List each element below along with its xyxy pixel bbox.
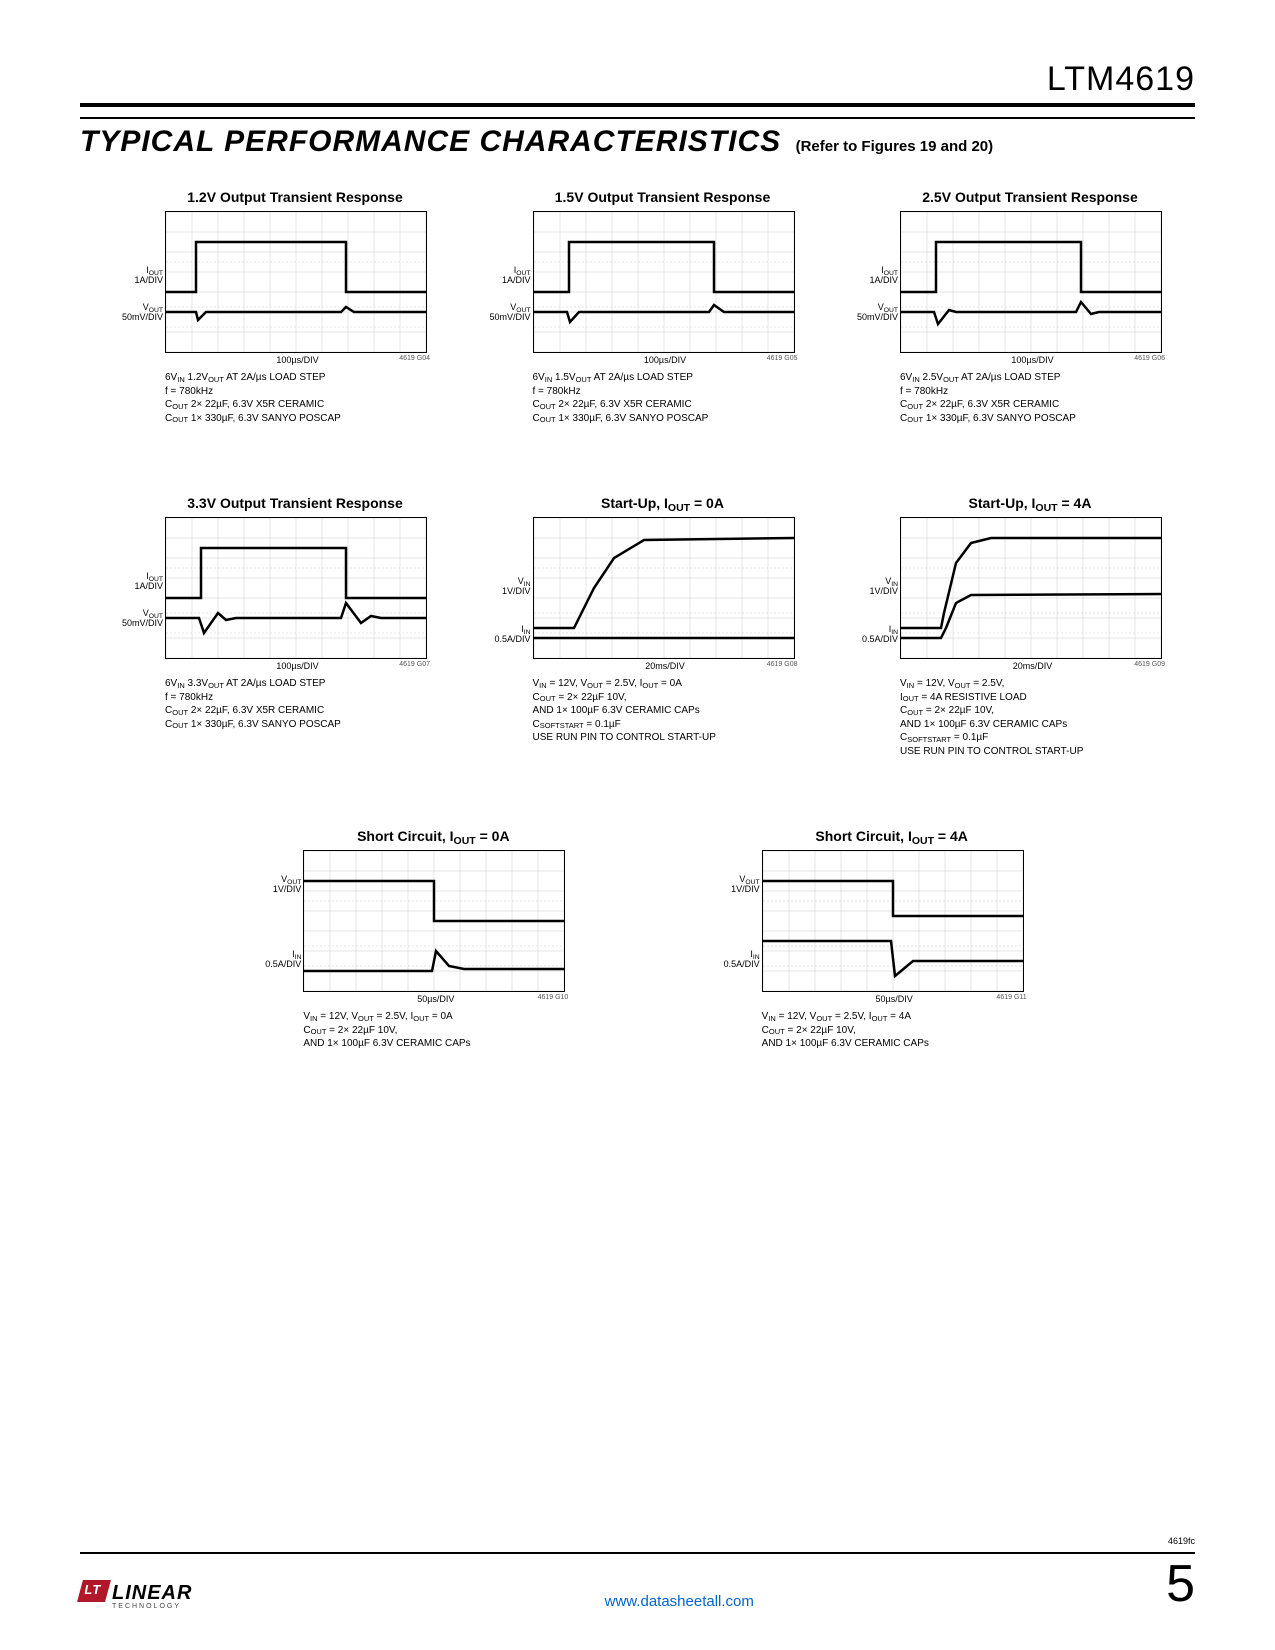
chart-caption: VIN = 12V, VOUT = 2.5V, IOUT = 0ACOUT = … — [533, 677, 798, 745]
oscilloscope-plot — [303, 850, 565, 992]
oscilloscope-plot — [762, 850, 1024, 992]
chart-caption: VIN = 12V, VOUT = 2.5V, IOUT = 4ACOUT = … — [762, 1010, 1027, 1051]
y-axis-label-2: VOUT50mV/DIV — [103, 303, 163, 323]
section-subtitle: (Refer to Figures 19 and 20) — [796, 138, 994, 155]
x-axis-label: 100µs/DIV 4619 G04 — [165, 355, 430, 365]
x-axis-label: 50µs/DIV 4619 G11 — [762, 994, 1027, 1004]
chart-block: 2.5V Output Transient Response IOUT1A/DI… — [845, 189, 1165, 425]
x-axis-label: 50µs/DIV 4619 G10 — [303, 994, 568, 1004]
chart-caption: 6VIN 2.5VOUT AT 2A/µs LOAD STEPf = 780kH… — [900, 371, 1165, 425]
x-axis-label: 20ms/DIV 4619 G08 — [533, 661, 798, 671]
footer: 4619fc LINEAR TECHNOLOGY www.datasheetal… — [80, 1552, 1195, 1610]
y-axis-label-2: VOUT50mV/DIV — [471, 303, 531, 323]
chart-block: 1.2V Output Transient Response IOUT1A/DI… — [110, 189, 430, 425]
chart-block: Short Circuit, IOUT = 0A VOUT1V/DIV IIN0… — [248, 828, 568, 1051]
oscilloscope-plot — [533, 211, 795, 353]
chart-caption: VIN = 12V, VOUT = 2.5V,IOUT = 4A RESISTI… — [900, 677, 1165, 758]
chart-block: Start-Up, IOUT = 0A VIN1V/DIV IIN0.5A/DI… — [478, 495, 798, 758]
chart-title: 1.5V Output Transient Response — [528, 189, 798, 205]
section-header: TYPICAL PERFORMANCE CHARACTERISTICS (Ref… — [80, 117, 1195, 159]
x-axis-label: 100µs/DIV 4619 G05 — [533, 355, 798, 365]
y-axis-label-1: VIN1V/DIV — [471, 577, 531, 597]
chart-title: 2.5V Output Transient Response — [895, 189, 1165, 205]
lt-badge-icon — [77, 1580, 111, 1602]
y-axis-label-2: VOUT50mV/DIV — [103, 609, 163, 629]
x-axis-label: 100µs/DIV 4619 G06 — [900, 355, 1165, 365]
footer-link: www.datasheetall.com — [605, 1593, 754, 1610]
y-axis-label-1: IOUT1A/DIV — [471, 266, 531, 286]
chart-title: Start-Up, IOUT = 4A — [895, 495, 1165, 511]
oscilloscope-plot — [165, 517, 427, 659]
section-title: TYPICAL PERFORMANCE CHARACTERISTICS — [80, 125, 781, 158]
chart-block: 1.5V Output Transient Response IOUT1A/DI… — [478, 189, 798, 425]
graph-id: 4619 G08 — [767, 661, 798, 668]
y-axis-label-1: VOUT1V/DIV — [241, 875, 301, 895]
x-axis-label: 100µs/DIV 4619 G07 — [165, 661, 430, 671]
chart-block: Start-Up, IOUT = 4A VIN1V/DIV IIN0.5A/DI… — [845, 495, 1165, 758]
chart-caption: 6VIN 3.3VOUT AT 2A/µs LOAD STEPf = 780kH… — [165, 677, 430, 731]
graph-id: 4619 G07 — [399, 661, 430, 668]
logo-subtext: TECHNOLOGY — [112, 1603, 192, 1610]
oscilloscope-plot — [900, 517, 1162, 659]
chart-title: Short Circuit, IOUT = 4A — [757, 828, 1027, 844]
chart-title: 1.2V Output Transient Response — [160, 189, 430, 205]
graph-id: 4619 G06 — [1134, 355, 1165, 362]
chart-caption: 6VIN 1.5VOUT AT 2A/µs LOAD STEPf = 780kH… — [533, 371, 798, 425]
chart-block: 3.3V Output Transient Response IOUT1A/DI… — [110, 495, 430, 758]
chart-caption: 6VIN 1.2VOUT AT 2A/µs LOAD STEPf = 780kH… — [165, 371, 430, 425]
chart-title: Short Circuit, IOUT = 0A — [298, 828, 568, 844]
chart-title: Start-Up, IOUT = 0A — [528, 495, 798, 511]
y-axis-label-1: VIN1V/DIV — [838, 577, 898, 597]
chart-grid: 1.2V Output Transient Response IOUT1A/DI… — [80, 189, 1195, 1121]
y-axis-label-2: VOUT50mV/DIV — [838, 303, 898, 323]
chart-block: Short Circuit, IOUT = 4A VOUT1V/DIV IIN0… — [707, 828, 1027, 1051]
chart-caption: VIN = 12V, VOUT = 2.5V, IOUT = 0ACOUT = … — [303, 1010, 568, 1051]
graph-id: 4619 G10 — [538, 994, 569, 1001]
oscilloscope-plot — [533, 517, 795, 659]
y-axis-label-2: IIN0.5A/DIV — [838, 625, 898, 645]
y-axis-label-1: IOUT1A/DIV — [838, 266, 898, 286]
y-axis-label-1: IOUT1A/DIV — [103, 266, 163, 286]
y-axis-label-2: IIN0.5A/DIV — [700, 950, 760, 970]
revision-code: 4619fc — [1168, 1536, 1195, 1546]
graph-id: 4619 G09 — [1134, 661, 1165, 668]
chart-title: 3.3V Output Transient Response — [160, 495, 430, 511]
graph-id: 4619 G05 — [767, 355, 798, 362]
y-axis-label-2: IIN0.5A/DIV — [241, 950, 301, 970]
y-axis-label-1: VOUT1V/DIV — [700, 875, 760, 895]
logo-text: LINEAR — [112, 1582, 192, 1604]
y-axis-label-1: IOUT1A/DIV — [103, 572, 163, 592]
x-axis-label: 20ms/DIV 4619 G09 — [900, 661, 1165, 671]
graph-id: 4619 G04 — [399, 355, 430, 362]
oscilloscope-plot — [900, 211, 1162, 353]
page-number: 5 — [1166, 1558, 1195, 1610]
y-axis-label-2: IIN0.5A/DIV — [471, 625, 531, 645]
graph-id: 4619 G11 — [996, 994, 1026, 1001]
company-logo: LINEAR TECHNOLOGY — [80, 1582, 192, 1610]
oscilloscope-plot — [165, 211, 427, 353]
part-number: LTM4619 — [80, 60, 1195, 107]
